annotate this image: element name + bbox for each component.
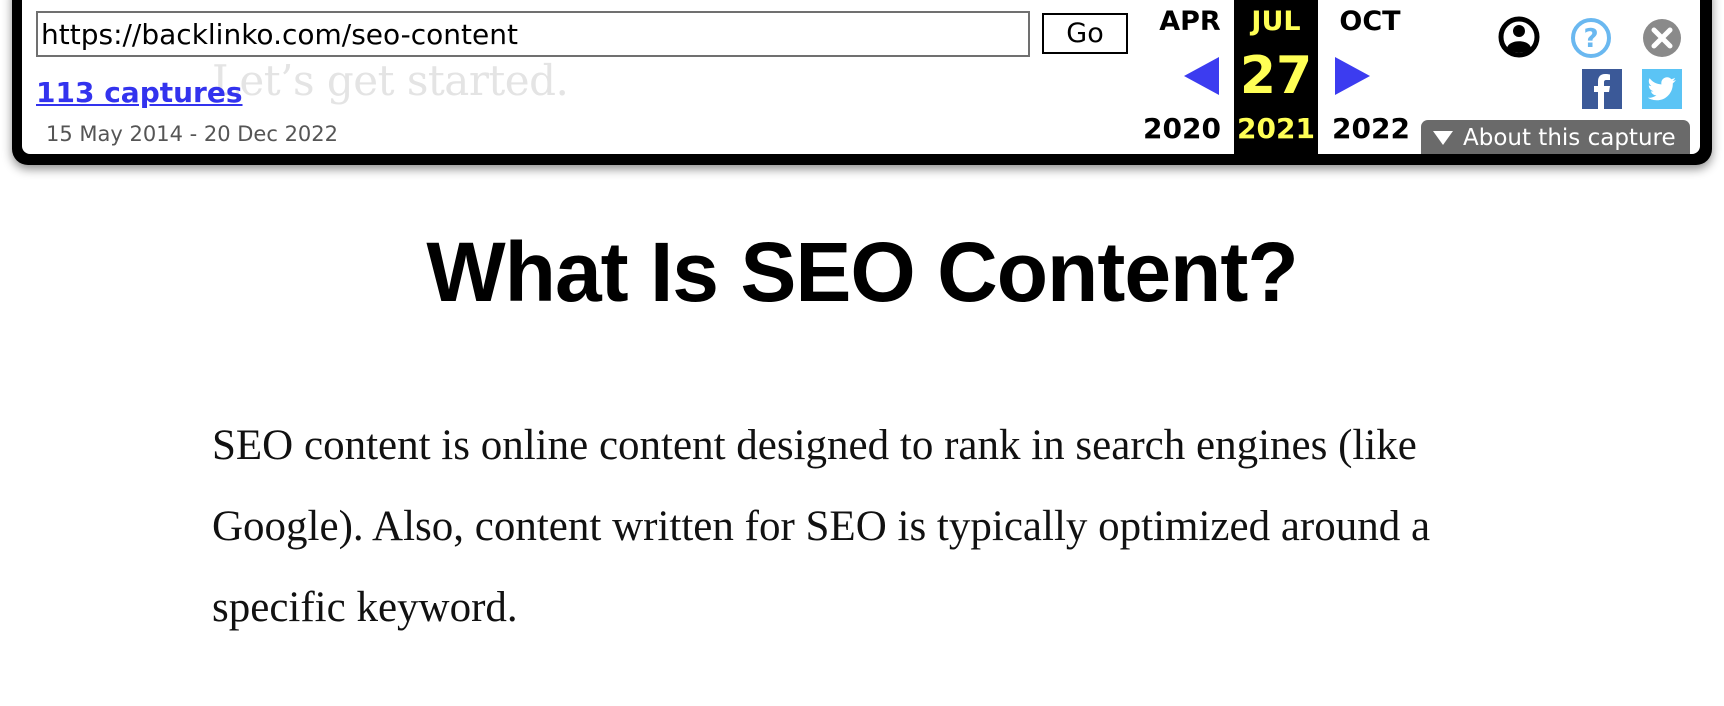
current-year: 2021 [1237, 112, 1315, 145]
about-capture-button[interactable]: About this capture [1421, 120, 1690, 154]
current-capture-date: JUL 27 2021 [1234, 0, 1318, 154]
intro-paragraph: SEO content is online content designed t… [212, 422, 1431, 631]
next-month-link[interactable]: OCT [1328, 6, 1412, 37]
triangle-down-icon [1433, 130, 1453, 145]
twitter-icon[interactable] [1642, 69, 1682, 113]
facebook-icon[interactable] [1582, 69, 1622, 113]
go-button[interactable]: Go [1042, 13, 1128, 54]
prev-year-link[interactable]: 2020 [1140, 112, 1224, 145]
captures-link[interactable]: 113 captures [36, 76, 243, 109]
close-icon[interactable] [1642, 18, 1682, 62]
user-circle-icon[interactable] [1498, 16, 1540, 62]
svg-text:?: ? [1583, 24, 1598, 54]
about-capture-label: About this capture [1463, 125, 1676, 151]
page-ghost-text: Let’s get started. [212, 56, 569, 105]
arrow-right-icon[interactable] [1335, 57, 1370, 95]
next-year-link[interactable]: 2022 [1328, 112, 1414, 145]
prev-month-link[interactable]: APR [1150, 6, 1230, 37]
arrow-left-icon[interactable] [1184, 57, 1219, 95]
url-input[interactable] [36, 11, 1030, 57]
capture-date-range: 15 May 2014 - 20 Dec 2022 [46, 122, 339, 146]
current-month: JUL [1251, 6, 1301, 37]
page-heading: What Is SEO Content? [426, 225, 1298, 319]
help-icon[interactable]: ? [1570, 17, 1612, 63]
current-day: 27 [1239, 46, 1313, 106]
